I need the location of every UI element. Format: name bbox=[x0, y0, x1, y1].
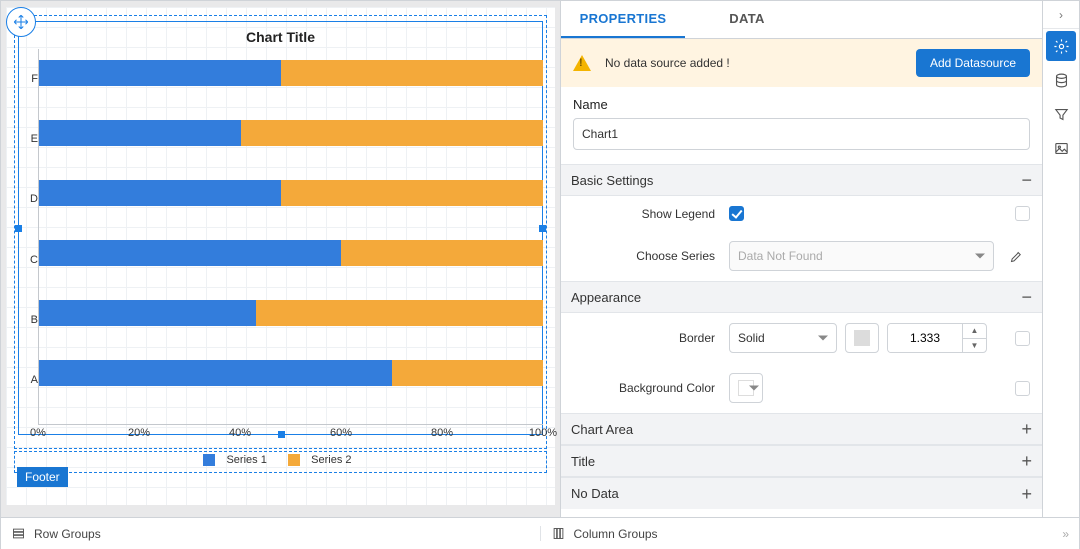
section-no-data[interactable]: No Data + bbox=[561, 477, 1042, 509]
filter-tool-icon[interactable] bbox=[1046, 99, 1076, 129]
border-override-checkbox[interactable] bbox=[1015, 331, 1030, 346]
tab-data[interactable]: DATA bbox=[685, 1, 809, 38]
expand-icon: + bbox=[1021, 420, 1032, 438]
stepper-up-icon[interactable]: ▲ bbox=[963, 324, 986, 339]
groups-bar: Row Groups Column Groups » bbox=[1, 517, 1079, 549]
expand-icon: + bbox=[1021, 452, 1032, 470]
border-width-stepper[interactable]: ▲ ▼ bbox=[887, 323, 987, 353]
choose-series-label: Choose Series bbox=[573, 249, 729, 263]
section-basic-settings[interactable]: Basic Settings − bbox=[561, 164, 1042, 196]
properties-tool-icon[interactable] bbox=[1046, 31, 1076, 61]
chevron-right-icon: » bbox=[1062, 527, 1069, 541]
section-chart-area[interactable]: Chart Area + bbox=[561, 413, 1042, 445]
name-label: Name bbox=[573, 97, 1030, 112]
chart-plot-area bbox=[38, 49, 543, 425]
background-color-picker[interactable] bbox=[729, 373, 763, 403]
rows-icon bbox=[11, 526, 26, 541]
stepper-down-icon[interactable]: ▼ bbox=[963, 339, 986, 353]
show-legend-override-checkbox[interactable] bbox=[1015, 206, 1030, 221]
collapse-icon: − bbox=[1021, 171, 1032, 189]
edit-series-icon[interactable] bbox=[1002, 242, 1030, 270]
section-appearance[interactable]: Appearance − bbox=[561, 281, 1042, 313]
bar-c bbox=[39, 240, 543, 266]
tool-strip: › bbox=[1043, 1, 1079, 517]
tab-properties[interactable]: PROPERTIES bbox=[561, 1, 685, 38]
border-style-dropdown[interactable]: Solid bbox=[729, 323, 837, 353]
row-groups-panel[interactable]: Row Groups bbox=[1, 526, 541, 541]
border-label: Border bbox=[573, 331, 729, 345]
x-axis-labels: 0% 20% 40% 60% 80% 100% bbox=[38, 427, 543, 443]
alert-message: No data source added ! bbox=[605, 56, 916, 70]
bar-a bbox=[39, 360, 543, 386]
bar-d bbox=[39, 180, 543, 206]
selection-outline-footer bbox=[14, 451, 547, 473]
name-input[interactable] bbox=[573, 118, 1030, 150]
expand-icon: + bbox=[1021, 485, 1032, 503]
chevron-down-icon bbox=[975, 254, 985, 259]
chevron-down-icon bbox=[818, 336, 828, 341]
show-legend-checkbox[interactable] bbox=[729, 206, 744, 221]
background-override-checkbox[interactable] bbox=[1015, 381, 1030, 396]
show-legend-label: Show Legend bbox=[573, 207, 729, 221]
bar-b bbox=[39, 300, 543, 326]
image-tool-icon[interactable] bbox=[1046, 133, 1076, 163]
datasource-alert: No data source added ! Add Datasource bbox=[561, 39, 1042, 87]
footer-tag[interactable]: Footer bbox=[17, 467, 68, 487]
y-axis-labels: F E D C B A bbox=[24, 49, 38, 425]
columns-icon bbox=[551, 526, 566, 541]
chevron-down-icon bbox=[749, 386, 759, 391]
background-color-label: Background Color bbox=[573, 381, 729, 395]
border-color-picker[interactable] bbox=[845, 323, 879, 353]
add-datasource-button[interactable]: Add Datasource bbox=[916, 49, 1030, 77]
collapse-icon: − bbox=[1021, 288, 1032, 306]
bar-e bbox=[39, 120, 543, 146]
collapse-panel-icon[interactable]: › bbox=[1043, 1, 1079, 29]
data-tool-icon[interactable] bbox=[1046, 65, 1076, 95]
bar-f bbox=[39, 60, 543, 86]
move-handle-icon[interactable] bbox=[6, 7, 36, 37]
section-title[interactable]: Title + bbox=[561, 445, 1042, 477]
warning-icon bbox=[573, 55, 591, 71]
design-canvas[interactable]: Chart Title F E D C B A bbox=[1, 1, 561, 517]
choose-series-dropdown[interactable]: Data Not Found bbox=[729, 241, 994, 271]
properties-panel: PROPERTIES DATA No data source added ! A… bbox=[561, 1, 1043, 517]
chart-title: Chart Title bbox=[18, 29, 543, 45]
column-groups-panel[interactable]: Column Groups » bbox=[541, 526, 1080, 541]
